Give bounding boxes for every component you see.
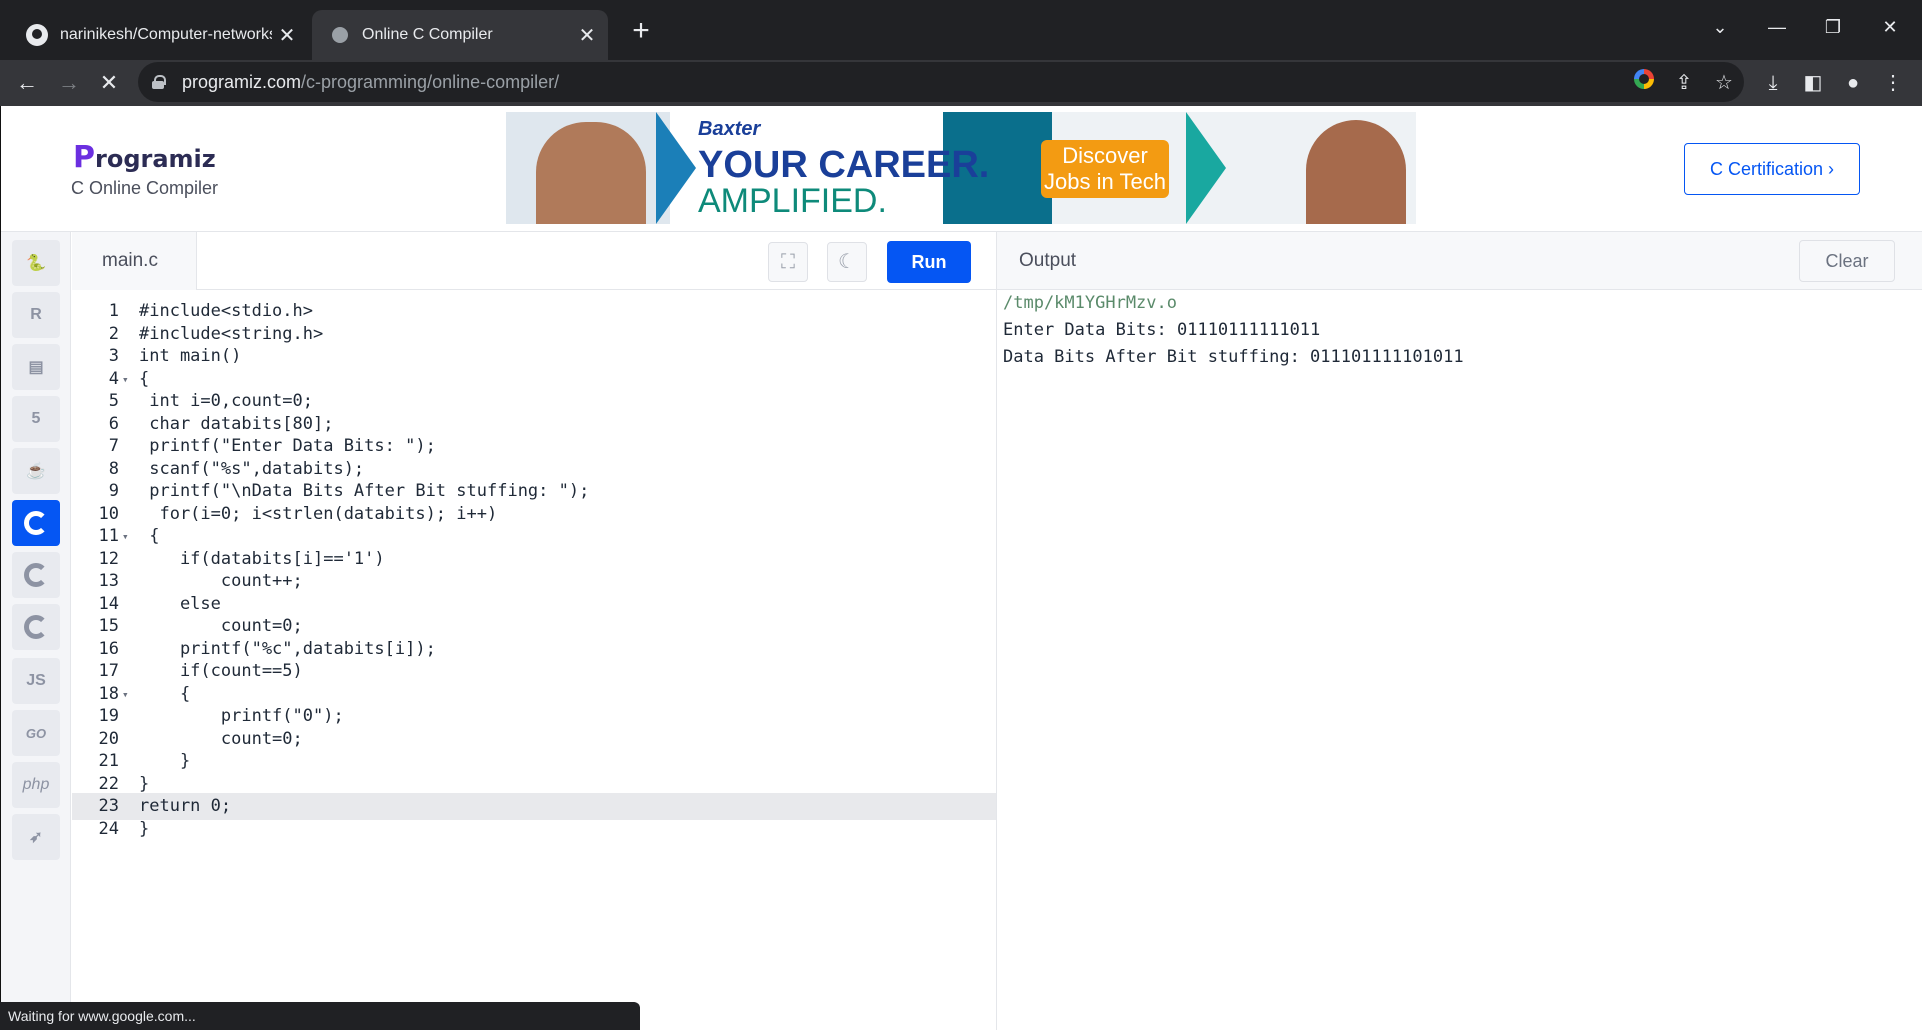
page-content: Programiz C Online Compiler Baxter YOUR … [0, 106, 1922, 1030]
ad-photo-woman [1306, 120, 1406, 224]
code-editor[interactable]: 1 #include<stdio.h> 2 #include<string.h> 3 in… [72, 290, 996, 1030]
browser-toolbar: ← → ✕ programiz.com/c-programming/online… [0, 60, 1922, 106]
fullscreen-icon[interactable]: ⛶ [768, 242, 808, 282]
tab-strip: narinikesh/Computer-networks- ✕ Online C… [0, 0, 1922, 60]
page-subtitle: C Online Compiler [71, 178, 219, 198]
code-line[interactable]: 24} [72, 816, 996, 843]
address-bar[interactable]: programiz.com/c-programming/online-compi… [138, 62, 1744, 102]
logo-text: rogramiz [95, 145, 216, 173]
google-lens-icon[interactable] [1624, 69, 1664, 95]
tab-title: Online C Compiler [362, 26, 493, 43]
close-icon[interactable]: ✕ [572, 23, 602, 48]
ad-chevron [656, 112, 696, 224]
stop-loading-icon[interactable]: ✕ [92, 66, 126, 100]
globe-icon [332, 27, 348, 43]
sql-database-icon[interactable]: ▤ [12, 344, 60, 390]
ad-photo-man [536, 122, 646, 224]
menu-kebab-icon[interactable]: ⋮ [1876, 66, 1910, 100]
output-console[interactable]: /tmp/kM1YGHrMzv.o Enter Data Bits: 01110… [996, 290, 1922, 1030]
c-language-icon[interactable] [12, 500, 60, 546]
tab-search-icon[interactable]: ⌄ [1700, 12, 1740, 42]
ad-headline-2: AMPLIFIED. [698, 182, 887, 220]
ad-banner[interactable]: Baxter YOUR CAREER. AMPLIFIED. Discover … [506, 112, 1416, 224]
status-bar: Waiting for www.google.com... [0, 1002, 640, 1030]
url-path: /c-programming/online-compiler/ [301, 71, 560, 92]
tab-title: narinikesh/Computer-networks- [60, 26, 272, 43]
editor-header: main.c ⛶ ☾ Run [72, 232, 996, 290]
file-tab-main-c[interactable]: main.c [72, 232, 197, 290]
html5-icon[interactable]: 5 [12, 396, 60, 442]
minimize-icon[interactable]: — [1757, 12, 1797, 42]
site-header: Programiz C Online Compiler Baxter YOUR … [1, 106, 1922, 232]
javascript-icon[interactable]: JS [12, 658, 60, 704]
side-panel-icon[interactable]: ◧ [1796, 66, 1830, 100]
back-icon[interactable]: ← [10, 66, 44, 100]
profile-icon[interactable]: ● [1836, 66, 1870, 100]
url-host: programiz.com [182, 71, 302, 92]
lock-icon[interactable] [152, 75, 166, 89]
language-sidebar: 🐍 R ▤ 5 ☕ JS GO php ➶ [1, 232, 71, 1030]
csharp-icon[interactable] [12, 604, 60, 650]
r-icon[interactable]: R [12, 292, 60, 338]
java-icon[interactable]: ☕ [12, 448, 60, 494]
ad-brand: Baxter [698, 118, 761, 140]
php-icon[interactable]: php [12, 762, 60, 808]
url-text[interactable]: programiz.com/c-programming/online-compi… [182, 72, 559, 93]
tab-github[interactable]: narinikesh/Computer-networks- ✕ [14, 10, 308, 60]
run-button[interactable]: Run [887, 241, 971, 283]
restore-icon[interactable]: ❐ [1813, 12, 1853, 42]
close-icon[interactable]: ✕ [272, 23, 302, 48]
swift-icon[interactable]: ➶ [12, 814, 60, 860]
ad-headline: YOUR CAREER. [698, 144, 990, 186]
cpp-icon[interactable] [12, 552, 60, 598]
window-close-icon[interactable]: ✕ [1870, 12, 1910, 42]
output-line: Enter Data Bits: 01110111111011 [1003, 320, 1321, 340]
omnibox-actions: ⇪ ☆ [1624, 62, 1744, 102]
output-line: /tmp/kM1YGHrMzv.o [1003, 293, 1177, 313]
share-icon[interactable]: ⇪ [1664, 70, 1704, 95]
output-title: Output [1019, 250, 1077, 271]
clear-button[interactable]: Clear [1799, 240, 1895, 282]
bookmark-star-icon[interactable]: ☆ [1704, 70, 1744, 95]
tab-online-c-compiler[interactable]: Online C Compiler ✕ [312, 10, 608, 60]
forward-icon[interactable]: → [52, 66, 86, 100]
download-icon[interactable]: ⤓ [1756, 66, 1790, 100]
dark-mode-moon-icon[interactable]: ☾ [827, 242, 867, 282]
new-tab-button[interactable]: + [624, 14, 658, 48]
github-icon [26, 24, 48, 46]
c-certification-button[interactable]: C Certification › [1684, 143, 1860, 195]
code-text: } [139, 818, 150, 839]
output-line: Data Bits After Bit stuffing: 0111011111… [1003, 347, 1464, 367]
output-header: Output Clear [996, 232, 1922, 290]
logo-initial: P [73, 140, 95, 175]
programiz-logo[interactable]: Programiz [73, 140, 216, 175]
ad-chevron [1186, 112, 1226, 224]
line-number: 24 [98, 818, 119, 839]
ad-cta-button[interactable]: Discover Jobs in Tech [1041, 140, 1169, 198]
go-icon[interactable]: GO [12, 710, 60, 756]
python-icon[interactable]: 🐍 [12, 240, 60, 286]
